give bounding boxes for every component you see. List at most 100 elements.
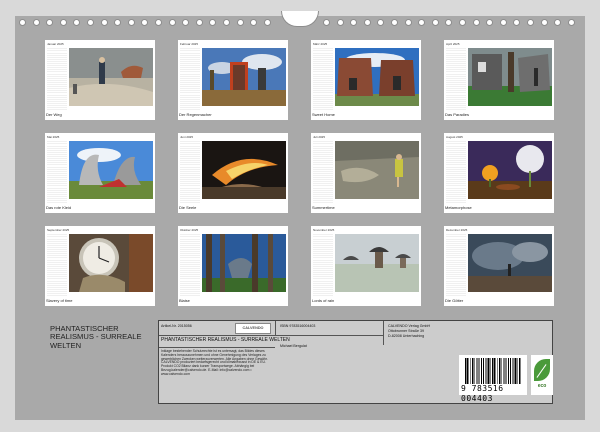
binding-hole (527, 19, 534, 26)
binding-hole (323, 19, 330, 26)
divider (159, 335, 383, 336)
binding-hole (73, 19, 81, 26)
binding-hole (250, 19, 258, 26)
day-lines (446, 140, 466, 204)
binding-hole (114, 19, 122, 26)
artwork-summertime (335, 141, 419, 199)
binding-hole (46, 19, 54, 26)
day-lines (47, 47, 67, 111)
artwork-die-goetter (468, 234, 552, 292)
month-label: August 2025 (446, 135, 463, 139)
binding-hole (32, 19, 40, 26)
day-lines (47, 233, 67, 297)
imprint-box: Artikel-Nr. 2015056 CALVENDO ISBN 978351… (158, 320, 553, 404)
month-caption: Blaise (179, 298, 190, 303)
month-label: Mai 2025 (47, 135, 60, 139)
artwork-metamorphose (468, 141, 552, 199)
month-page-november: November 2025 Lords of rain (311, 226, 421, 306)
calendar-title: PHANTASTISCHER REALISMUS - SURREALE WELT… (50, 324, 142, 350)
month-page-februar: Februar 2025 Der Regenmacher (178, 40, 288, 120)
month-label: Juni 2025 (180, 135, 194, 139)
box-title: PHANTASTISCHER REALISMUS - SURREALE WELT… (161, 337, 290, 343)
binding-hole (263, 19, 271, 26)
artwork-das-paradies (468, 48, 552, 106)
legal-description: Inklage bestehender Schutzrechte ist es … (161, 349, 268, 376)
binding-hole (209, 19, 217, 26)
article-number: Artikel-Nr. 2015056 (161, 324, 192, 328)
divider (275, 321, 276, 335)
binding-hole (87, 19, 94, 26)
divider (383, 321, 384, 345)
binding-hole (554, 19, 562, 26)
month-page-juni: Juni 2025 Die Seele (178, 133, 288, 213)
binding-holes (15, 16, 585, 30)
barcode: 9 783516 004403 (459, 355, 527, 403)
day-lines (313, 140, 333, 204)
month-caption: Das rote Kleid (46, 205, 72, 210)
binding-hole (363, 19, 371, 26)
month-caption: Summertime (312, 205, 335, 210)
publisher-street: Ottobrunner Straße 39 (388, 329, 424, 333)
barcode-bars (465, 358, 521, 384)
binding-hole (404, 19, 412, 26)
artwork-der-regenmacher (202, 48, 286, 106)
day-lines (313, 233, 333, 297)
month-caption: Der Weg (46, 112, 62, 117)
binding-hole (155, 19, 162, 26)
month-caption: Lords of rain (312, 298, 335, 303)
publisher-city: D-82008 Unterhaching (388, 334, 425, 338)
artwork-die-seele (202, 141, 286, 199)
day-lines (180, 140, 200, 204)
binding-hole (141, 19, 149, 26)
binding-hole (431, 19, 439, 26)
binding-hole (540, 19, 548, 26)
artwork-der-weg (69, 48, 153, 106)
artwork-sweet-home (335, 48, 419, 106)
binding-hole (377, 19, 385, 26)
isbn: ISBN 9783516004403 (280, 324, 316, 328)
month-label: Dezember 2025 (446, 228, 468, 232)
binding-hole (19, 19, 26, 26)
binding-hole (499, 19, 507, 26)
month-label: Februar 2025 (180, 42, 199, 46)
month-label: Juli 2025 (313, 135, 326, 139)
month-caption: Der Regenmacher (179, 112, 212, 117)
day-lines (47, 140, 67, 204)
binding-hole (513, 19, 521, 26)
binding-hole (391, 19, 398, 26)
publisher-name: CALVENDO Verlag GmbH (388, 324, 431, 328)
month-page-juli: Juli 2025 Summertime (311, 133, 421, 213)
month-page-dezember: Dezember 2025 Die Götter (444, 226, 554, 306)
month-page-maerz: März 2025 Sweet Home (311, 40, 421, 120)
eco-badge: eco (531, 355, 553, 395)
binding-hole (472, 19, 480, 26)
divider (159, 347, 275, 348)
binding-hole (195, 19, 203, 26)
month-caption: Das Paradies (445, 112, 470, 117)
month-label: April 2025 (446, 42, 460, 46)
artwork-das-rote-kleid (69, 141, 153, 199)
binding-hole (445, 19, 453, 26)
month-page-oktober: Oktober 2025 Blaise (178, 226, 288, 306)
binding-hole (100, 19, 108, 26)
month-page-september: September 2025 Slavery of time (45, 226, 155, 306)
month-label: Januar 2025 (47, 42, 64, 46)
binding-hole (182, 19, 190, 26)
binding-hole (223, 19, 230, 26)
month-caption: Metamorphose (445, 205, 472, 210)
binding-hole (127, 19, 135, 26)
eco-label: eco (537, 383, 547, 389)
day-lines (446, 233, 466, 297)
month-label: September 2025 (47, 228, 70, 232)
binding-hole (236, 19, 244, 26)
month-page-januar: Januar 2025 Der Weg (45, 40, 155, 120)
day-lines (180, 47, 200, 111)
author: Michael Bergulat (280, 344, 307, 348)
month-page-april: April 2025 Das Paradies (444, 40, 554, 120)
month-page-mai: Mai 2025 Das rote Kleid (45, 133, 155, 213)
month-caption: Sweet Home (312, 112, 335, 117)
binding-hole (418, 19, 426, 26)
artwork-lords-of-rain (335, 234, 419, 292)
month-label: März 2025 (313, 42, 328, 46)
binding-hole (59, 19, 67, 26)
